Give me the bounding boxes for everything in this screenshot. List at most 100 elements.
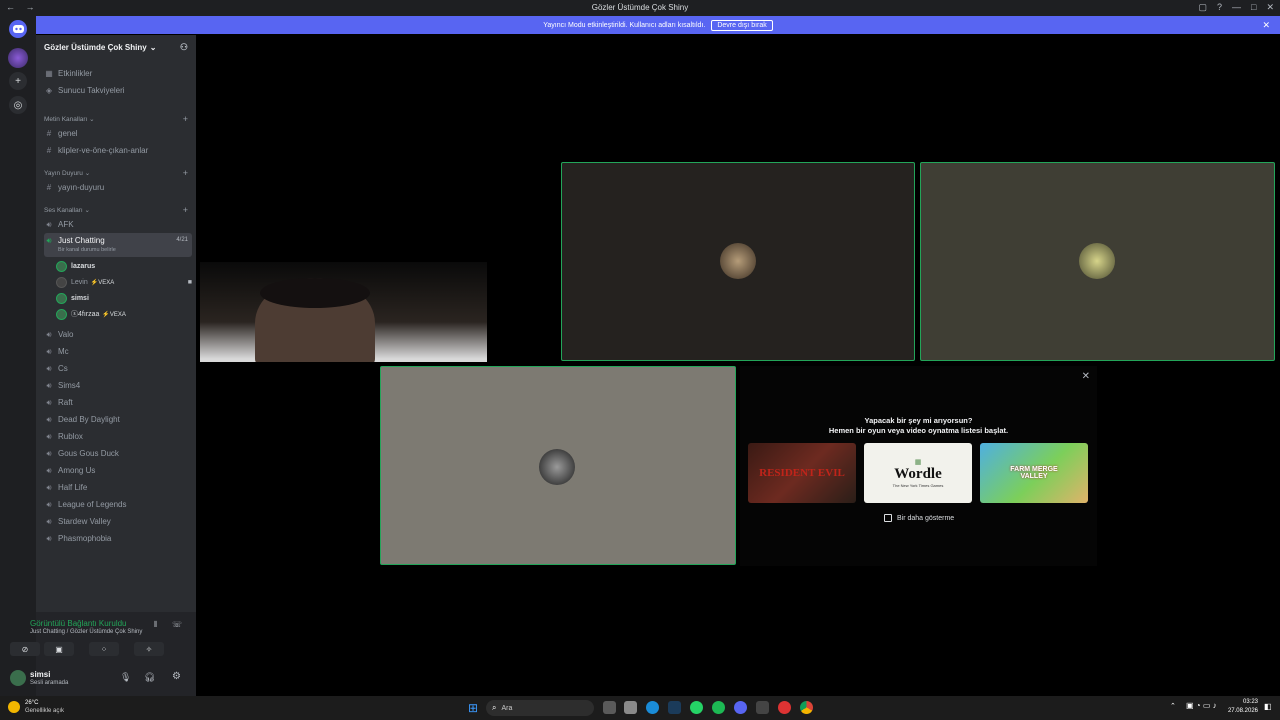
speaker-icon: 🔊︎ (46, 414, 52, 424)
voice-channel[interactable]: 🔊︎ Sims4 (44, 378, 192, 393)
category-label: Metin Kanalları (44, 116, 88, 123)
voice-user[interactable]: lazarus (56, 259, 95, 273)
avatar (56, 276, 67, 288)
tray-chevron-icon[interactable]: ⌃ (1170, 702, 1176, 710)
video-tile-user[interactable] (920, 162, 1275, 361)
channel-label: Just Chatting (58, 236, 105, 245)
voice-channel[interactable]: 🔊︎ Cs (44, 361, 192, 376)
tray-icons[interactable]: ▣ ◔ ▭ ♪ (1186, 701, 1217, 710)
user-name: ⓢ4fırzaa (71, 311, 100, 318)
steam-icon[interactable] (668, 701, 681, 714)
camera-icon: ■ (187, 278, 192, 286)
voice-channel[interactable]: 🔊︎ Phasmophobia (44, 531, 192, 546)
soundboard-button[interactable]: ✧ (134, 642, 164, 656)
voice-channel[interactable]: 🔊︎ Half Life (44, 480, 192, 495)
gear-icon[interactable]: ⚙ (172, 671, 181, 682)
minimize-button[interactable]: — (1232, 2, 1241, 13)
store-icon[interactable] (624, 701, 637, 714)
weather-text[interactable]: Genellikle açık (25, 708, 64, 714)
microphone-icon[interactable]: 🎙︎ (120, 672, 131, 683)
clock-date[interactable]: 27.08.2026 (1226, 708, 1258, 714)
voice-channel[interactable]: 🔊︎ Mc (44, 344, 192, 359)
add-server-icon[interactable]: + (9, 72, 27, 90)
voice-channel[interactable]: 🔊︎ Among Us (44, 463, 192, 478)
noise-suppression-icon[interactable]: ⫴ (154, 620, 157, 630)
close-icon[interactable]: ✕ (1082, 371, 1090, 382)
task-view-icon[interactable] (603, 701, 616, 714)
notification-icon[interactable]: ◧ (1264, 702, 1272, 711)
connection-location[interactable]: Just Chatting / Gözler Üstümde Çok Shiny (30, 629, 180, 635)
discord-icon[interactable] (734, 701, 747, 714)
boosts-item[interactable]: ◈ Sunucu Takviyeleri (44, 83, 192, 98)
category-text-channels[interactable]: Metin Kanalları ⌄ + (44, 114, 188, 124)
connection-status[interactable]: Görüntülü Bağlantı Kuruldu (30, 619, 127, 628)
disconnect-icon[interactable]: ☏ (172, 620, 182, 629)
channel-genel[interactable]: # genel (44, 126, 192, 141)
voice-channel[interactable]: 🔊︎ Dead By Daylight (44, 412, 192, 427)
search-box[interactable]: ⌕ Ara (486, 700, 594, 716)
voice-channel[interactable]: 🔊︎ Raft (44, 395, 192, 410)
checkbox[interactable] (884, 514, 892, 522)
add-channel-icon[interactable]: + (183, 168, 188, 178)
server-header[interactable]: Gözler Üstümde Çok Shiny ⌄ ⚇ (36, 35, 196, 59)
person-add-icon[interactable]: ⚇ (180, 42, 188, 53)
speaker-icon: 🔊︎ (46, 380, 52, 390)
maximize-button[interactable]: □ (1251, 2, 1256, 13)
screen-share-button[interactable]: ▣ (44, 642, 74, 656)
activities-button[interactable]: ⁘ (89, 642, 119, 656)
voice-channel-afk[interactable]: 🔊︎ AFK (44, 217, 192, 232)
video-tile-simsi[interactable] (380, 366, 736, 565)
disable-button[interactable]: Devre dışı bırak (711, 19, 773, 31)
video-tile-lazarus[interactable] (561, 162, 915, 361)
search-label: Ara (501, 704, 513, 712)
voice-channel[interactable]: 🔊︎ Rublox (44, 429, 192, 444)
server-icon[interactable] (8, 48, 28, 68)
close-window-button[interactable]: ✕ (1266, 2, 1274, 13)
whatsapp-icon[interactable] (690, 701, 703, 714)
headphones-icon[interactable]: 🎧︎ (144, 672, 155, 683)
category-announce[interactable]: Yayın Duyuru ⌄ + (44, 168, 188, 178)
help-icon[interactable]: ? (1217, 2, 1222, 13)
chrome-icon[interactable] (800, 701, 813, 714)
voice-user[interactable]: simsi (56, 291, 89, 305)
clock-time[interactable]: 03:23 (1230, 699, 1258, 705)
voice-channel[interactable]: 🔊︎ Stardew Valley (44, 514, 192, 529)
channel-label: Gous Gous Duck (58, 449, 119, 458)
channel-status-hint[interactable]: Bir kanal durumu belirle (58, 247, 116, 253)
category-voice[interactable]: Ses Kanalları ⌄ + (44, 205, 188, 215)
game-card-farm-merge[interactable]: FARM MERGE VALLEY (980, 443, 1088, 503)
webcam-video-tile[interactable] (200, 262, 487, 362)
server-name: Gözler Üstümde Çok Shiny (44, 42, 147, 52)
channel-label: League of Legends (58, 500, 127, 509)
voice-channel[interactable]: 🔊︎ Valo (44, 327, 192, 342)
game-card-resident-evil[interactable]: RESIDENT EVIL (748, 443, 856, 503)
game-card-wordle[interactable]: ▦ Wordle The New York Times Games (864, 443, 972, 503)
voice-channel[interactable]: 🔊︎ Gous Gous Duck (44, 446, 192, 461)
weather-temp[interactable]: 26°C (25, 700, 38, 706)
dont-show-again[interactable]: Bir daha gösterme (884, 514, 954, 522)
channel-klipler[interactable]: # klipler-ve-öne-çıkan-anlar (44, 143, 192, 158)
user-tag: ⚡VEXA (102, 311, 126, 318)
hash-icon: # (46, 146, 52, 155)
spotify-icon[interactable] (712, 701, 725, 714)
voice-user[interactable]: Levin ⚡VEXA ■ (56, 275, 192, 289)
add-channel-icon[interactable]: + (183, 205, 188, 215)
voice-user[interactable]: ⓢ4fırzaa ⚡VEXA (56, 307, 126, 321)
avatar[interactable] (10, 670, 26, 686)
avatar (1079, 243, 1115, 279)
voice-channel-just-chatting[interactable]: 🔊︎ Just Chatting 4/21 Bir kanal durumu b… (44, 233, 192, 257)
edge-icon[interactable] (646, 701, 659, 714)
inbox-icon[interactable]: ▢ (1198, 2, 1207, 13)
add-channel-icon[interactable]: + (183, 114, 188, 124)
app-icon[interactable] (756, 701, 769, 714)
banner-close-icon[interactable]: ✕ (1262, 20, 1270, 31)
channel-yayin-duyuru[interactable]: # yayın-duyuru (44, 180, 192, 195)
channel-label: klipler-ve-öne-çıkan-anlar (58, 146, 149, 155)
windows-start-icon[interactable]: ⊞ (468, 701, 478, 715)
camera-off-button[interactable]: ⊘ (10, 642, 40, 656)
events-item[interactable]: ▦ Etkinlikler (44, 66, 192, 81)
voice-channel[interactable]: 🔊︎ League of Legends (44, 497, 192, 512)
app-icon[interactable] (778, 701, 791, 714)
discord-home-icon[interactable] (9, 20, 27, 38)
discover-icon[interactable]: ◎ (9, 96, 27, 114)
